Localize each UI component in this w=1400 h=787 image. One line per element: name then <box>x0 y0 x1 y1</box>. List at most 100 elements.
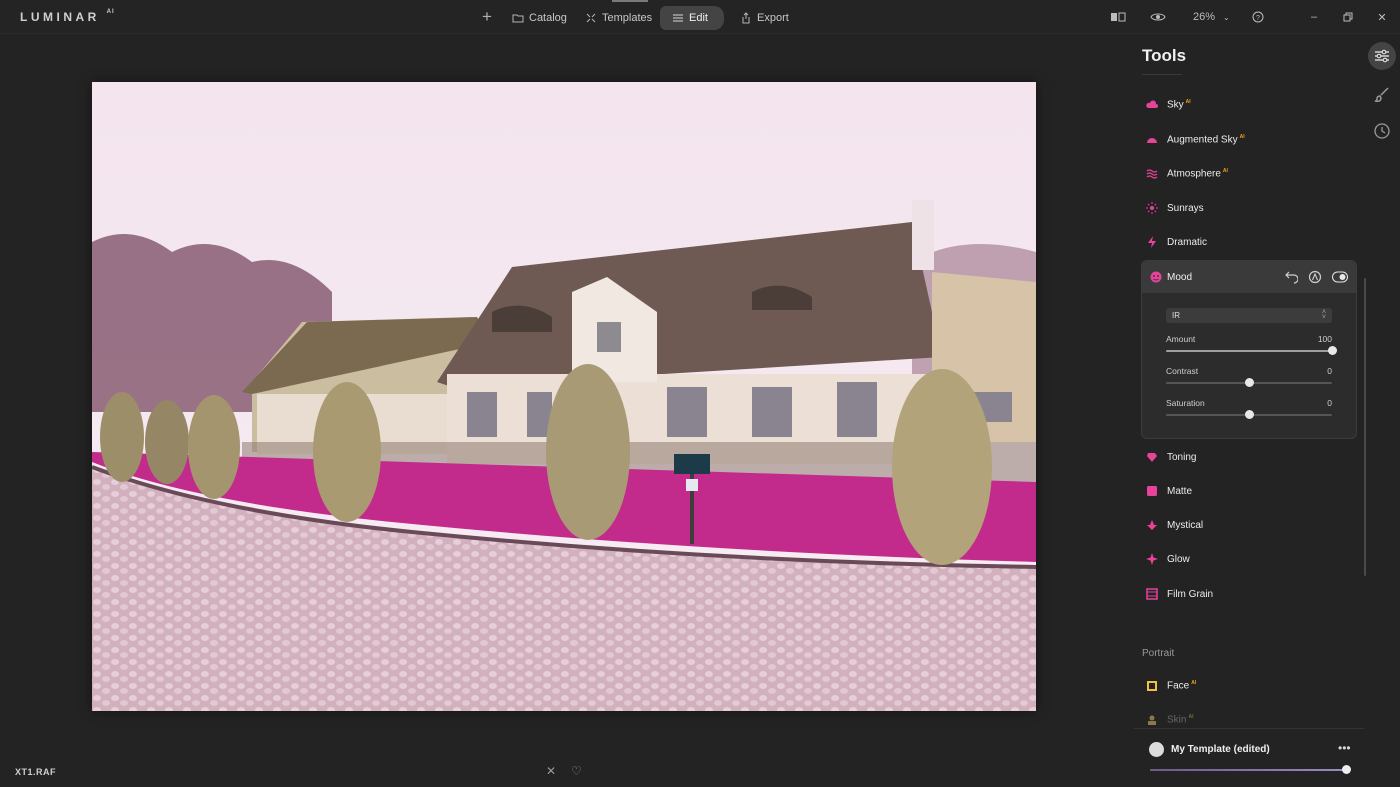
add-button[interactable]: + <box>476 5 498 29</box>
tool-skin[interactable]: Skin AI <box>1146 711 1193 729</box>
tool-label: Dramatic <box>1167 236 1208 248</box>
tool-glow[interactable]: Glow <box>1146 550 1190 568</box>
presets-rail-button[interactable] <box>1368 80 1396 108</box>
tool-toning[interactable]: Toning <box>1146 448 1196 466</box>
dramatic-icon <box>1148 236 1156 248</box>
tools-rail-button[interactable] <box>1368 42 1396 70</box>
tool-sky[interactable]: Sky AI <box>1146 96 1191 114</box>
active-tab-indicator <box>612 0 648 2</box>
tool-film-grain[interactable]: Film Grain <box>1146 585 1213 603</box>
tool-augmented-sky[interactable]: Augmented Sky AI <box>1146 131 1245 149</box>
tool-dramatic[interactable]: Dramatic <box>1146 233 1207 251</box>
lut-select[interactable]: IR ˄ ˅ <box>1166 308 1332 323</box>
panel-title: Tools <box>1142 46 1187 65</box>
more-options-icon[interactable]: ••• <box>1338 741 1351 755</box>
augmented-sky-icon <box>1147 138 1157 143</box>
tab-catalog[interactable]: Catalog <box>500 6 579 30</box>
photo-canvas[interactable] <box>92 82 1036 711</box>
template-amount-slider[interactable] <box>1150 765 1351 774</box>
slider-knob[interactable] <box>1328 346 1337 355</box>
contrast-slider[interactable] <box>1166 378 1332 387</box>
chevron-down-icon: ⌄ <box>1223 12 1230 22</box>
section-title-portrait: Portrait <box>1142 648 1175 659</box>
atmosphere-icon <box>1146 169 1158 179</box>
clock-icon <box>1374 123 1390 139</box>
restore-button[interactable] <box>1338 6 1358 28</box>
panel-scrollbar[interactable] <box>1364 278 1366 576</box>
tool-atmosphere[interactable]: Atmosphere AI <box>1146 165 1228 183</box>
compare-icon <box>1111 12 1126 22</box>
face-icon <box>1147 681 1157 691</box>
tool-label: Face AI <box>1167 680 1197 692</box>
tool-mystical[interactable]: Mystical <box>1146 516 1203 534</box>
saturation-slider[interactable] <box>1166 410 1332 419</box>
slider-knob[interactable] <box>1245 378 1254 387</box>
close-icon: ✕ <box>546 764 557 778</box>
heart-icon: ♡ <box>571 764 582 778</box>
svg-text:?: ? <box>1256 15 1260 22</box>
tab-templates[interactable]: Templates <box>573 6 664 30</box>
cloud-icon <box>1146 100 1158 108</box>
tool-matte[interactable]: Matte <box>1146 482 1192 500</box>
export-icon <box>742 12 750 24</box>
slider-fill <box>1166 350 1332 352</box>
top-bar: LUMINAR AI + Catalog Templates Edit Expo… <box>0 0 1400 34</box>
tool-label: Sky AI <box>1167 99 1191 111</box>
help-icon: ? <box>1252 11 1264 23</box>
history-rail-button[interactable] <box>1368 117 1396 145</box>
tool-label: Glow <box>1167 553 1190 565</box>
glow-icon <box>1146 553 1158 565</box>
visibility-toggle-icon[interactable] <box>1332 270 1348 284</box>
slider-knob[interactable] <box>1245 410 1254 419</box>
favorite-button[interactable]: ♡ <box>571 764 582 778</box>
template-name[interactable]: My Template (edited) <box>1171 744 1270 755</box>
saturation-label: Saturation <box>1166 398 1205 408</box>
tool-label: Mystical <box>1167 519 1204 531</box>
tool-sunrays[interactable]: Sunrays <box>1146 199 1204 217</box>
amount-slider[interactable] <box>1166 346 1337 355</box>
mood-panel: Mood IR ˄ ˅ Amount 100 Contrast 0 Saturat… <box>1141 260 1357 439</box>
tool-label: Toning <box>1167 451 1197 463</box>
mood-title: Mood <box>1167 272 1193 283</box>
tool-face[interactable]: Face AI <box>1146 677 1196 695</box>
slider-knob[interactable] <box>1342 765 1351 774</box>
slider-fill <box>1150 769 1346 771</box>
lut-value: IR <box>1172 311 1180 320</box>
app-logo: LUMINAR AI <box>20 9 115 24</box>
reject-button[interactable]: ✕ <box>546 764 556 778</box>
select-arrows-icon: ˄ ˅ <box>1321 309 1326 321</box>
sliders-icon <box>673 14 683 22</box>
help-button[interactable]: ? <box>1252 6 1264 28</box>
brush-icon <box>1374 87 1389 102</box>
preview-button[interactable] <box>1150 6 1166 28</box>
mood-header[interactable]: Mood <box>1142 261 1356 293</box>
tab-export[interactable]: Export <box>728 6 801 30</box>
skin-icon <box>1148 715 1156 725</box>
tab-edit-label: Edit <box>689 12 708 24</box>
photo-image <box>92 82 1036 711</box>
sliders-icon <box>1375 49 1389 63</box>
contrast-value: 0 <box>1327 366 1332 376</box>
minimize-button[interactable]: – <box>1304 6 1324 28</box>
zoom-value: 26% <box>1193 11 1216 23</box>
matte-icon <box>1147 486 1157 496</box>
compare-button[interactable] <box>1110 6 1126 28</box>
film-grain-icon <box>1146 588 1158 600</box>
tool-label: Augmented Sky AI <box>1167 134 1245 146</box>
zoom-dropdown[interactable]: 26% ⌄ <box>1193 6 1230 28</box>
tool-label: Film Grain <box>1167 588 1214 600</box>
mystical-icon <box>1147 520 1157 530</box>
close-window-button[interactable]: ✕ <box>1372 6 1392 28</box>
file-name: XT1.RAF <box>15 767 57 777</box>
tool-label: Matte <box>1167 485 1193 497</box>
saturation-value: 0 <box>1327 398 1332 408</box>
template-thumbnail <box>1149 742 1164 757</box>
tool-label: Atmosphere AI <box>1167 168 1228 180</box>
toning-icon <box>1147 453 1157 462</box>
ai-mask-icon[interactable] <box>1308 270 1322 284</box>
amount-label: Amount <box>1166 334 1196 344</box>
eye-icon <box>1150 13 1166 21</box>
tool-label: Skin AI <box>1167 714 1194 726</box>
undo-icon[interactable] <box>1284 270 1298 284</box>
tab-edit[interactable]: Edit <box>660 6 724 30</box>
